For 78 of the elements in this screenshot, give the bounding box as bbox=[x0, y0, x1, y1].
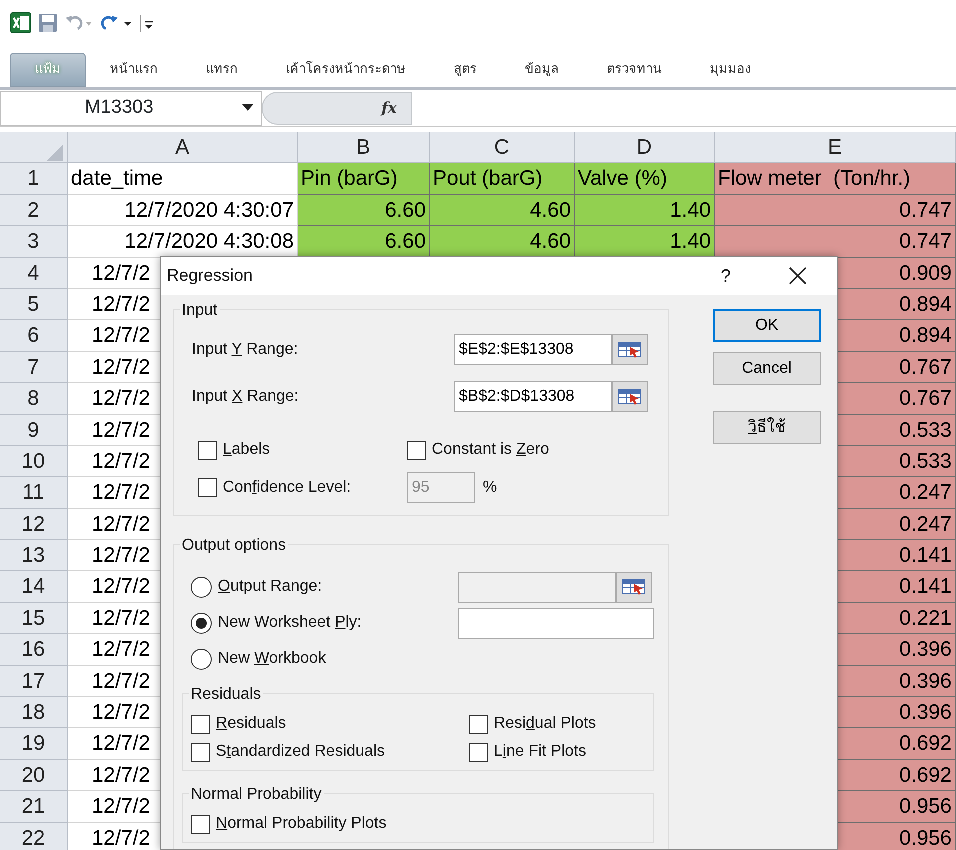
ribbon-tab[interactable]: แทรก bbox=[182, 53, 262, 87]
row-header[interactable]: 20 bbox=[0, 760, 68, 792]
column-header[interactable]: B bbox=[298, 132, 430, 164]
radio-button[interactable] bbox=[191, 648, 212, 670]
insert-function-button[interactable]: fx bbox=[382, 96, 397, 120]
customize-toolbar-icon[interactable] bbox=[140, 12, 154, 32]
table-cell: 4.60 bbox=[430, 226, 575, 258]
table-cell: Pout (barG) bbox=[430, 163, 575, 195]
checkbox[interactable] bbox=[191, 814, 210, 834]
row-header[interactable]: 13 bbox=[0, 540, 68, 572]
column-header[interactable]: D bbox=[575, 132, 715, 164]
checkbox[interactable] bbox=[469, 714, 488, 734]
row-header[interactable]: 6 bbox=[0, 320, 68, 352]
window-title: Regression bbox=[167, 265, 253, 288]
dialog-button[interactable]: วิธีใช้ bbox=[713, 411, 821, 444]
range-field[interactable]: $B$2:$D$13308 bbox=[454, 381, 612, 412]
range-picker-button[interactable] bbox=[616, 572, 652, 602]
row-header[interactable]: 15 bbox=[0, 602, 68, 634]
unit-label: % bbox=[483, 478, 498, 498]
ribbon-tab[interactable]: เค้าโครงหน้ากระดาษ bbox=[262, 53, 430, 87]
row-header[interactable]: 21 bbox=[0, 791, 68, 823]
row-header[interactable]: 8 bbox=[0, 383, 68, 415]
table-cell: 4.60 bbox=[430, 194, 575, 226]
row-header[interactable]: 3 bbox=[0, 226, 68, 258]
checkbox[interactable] bbox=[469, 742, 488, 762]
row-header[interactable]: 18 bbox=[0, 697, 68, 728]
row-header[interactable]: 10 bbox=[0, 446, 68, 478]
checkbox-label: Line Fit Plots bbox=[494, 742, 586, 762]
checkbox-label: Constant is Zero bbox=[432, 440, 550, 460]
row-header[interactable]: 22 bbox=[0, 822, 68, 850]
table-cell: 0.747 bbox=[715, 226, 956, 258]
row-header[interactable]: 7 bbox=[0, 352, 68, 384]
table-cell: Pin (barG) bbox=[298, 163, 430, 195]
output-field[interactable] bbox=[458, 608, 654, 638]
name-box[interactable]: M13303 bbox=[0, 90, 262, 126]
field-label: Input X Range: bbox=[192, 386, 300, 406]
dialog-button[interactable]: OK bbox=[713, 309, 821, 342]
ribbon-tab[interactable]: มุมมอง bbox=[686, 53, 775, 87]
checkbox[interactable] bbox=[407, 440, 426, 460]
row-header[interactable]: 2 bbox=[0, 194, 68, 226]
dialog-button[interactable]: Cancel bbox=[713, 352, 821, 385]
column-header[interactable]: E bbox=[715, 132, 956, 164]
row-header[interactable]: 17 bbox=[0, 666, 68, 698]
row-header[interactable]: 11 bbox=[0, 477, 68, 509]
table-cell: 6.60 bbox=[298, 226, 430, 258]
range-picker-button[interactable] bbox=[612, 334, 648, 365]
radio-button[interactable] bbox=[191, 612, 212, 634]
range-field[interactable]: $E$2:$E$13308 bbox=[454, 334, 612, 365]
row-header[interactable]: 14 bbox=[0, 571, 68, 603]
table-cell: Flow meter (Ton/hr.) bbox=[715, 163, 956, 195]
ribbon-tab[interactable]: หน้าแรก bbox=[86, 53, 182, 87]
checkbox-label: Residual Plots bbox=[494, 714, 596, 734]
row-header[interactable]: 9 bbox=[0, 414, 68, 446]
row-header[interactable]: 5 bbox=[0, 288, 68, 320]
close-icon[interactable] bbox=[789, 267, 807, 285]
table-cell: 1.40 bbox=[575, 194, 715, 226]
column-header[interactable]: C bbox=[430, 132, 575, 164]
checkbox[interactable] bbox=[198, 440, 217, 460]
row-header[interactable]: 4 bbox=[0, 258, 68, 289]
row-header[interactable]: 16 bbox=[0, 634, 68, 666]
table-cell: 6.60 bbox=[298, 194, 430, 226]
table-cell: 0.747 bbox=[715, 194, 956, 226]
ribbon-tab[interactable]: สูตร bbox=[430, 53, 501, 87]
dropdown-caret-icon[interactable] bbox=[242, 104, 254, 112]
checkbox[interactable] bbox=[191, 742, 210, 762]
table-cell: 1.40 bbox=[575, 226, 715, 258]
ribbon-tab[interactable]: ตรวจทาน bbox=[583, 53, 686, 87]
range-picker-button[interactable] bbox=[612, 381, 648, 412]
checkbox[interactable] bbox=[191, 714, 210, 734]
spreadsheet-app-icon[interactable] bbox=[10, 12, 32, 34]
row-header[interactable]: 1 bbox=[0, 163, 68, 195]
row-header[interactable]: 19 bbox=[0, 728, 68, 760]
row-header[interactable]: 12 bbox=[0, 508, 68, 540]
table-cell: Valve (%) bbox=[575, 163, 715, 195]
column-header[interactable]: A bbox=[68, 132, 298, 164]
help-button[interactable]: ? bbox=[720, 262, 731, 290]
ribbon-tab[interactable]: ข้อมูล bbox=[501, 53, 583, 87]
save-icon[interactable] bbox=[38, 12, 58, 32]
